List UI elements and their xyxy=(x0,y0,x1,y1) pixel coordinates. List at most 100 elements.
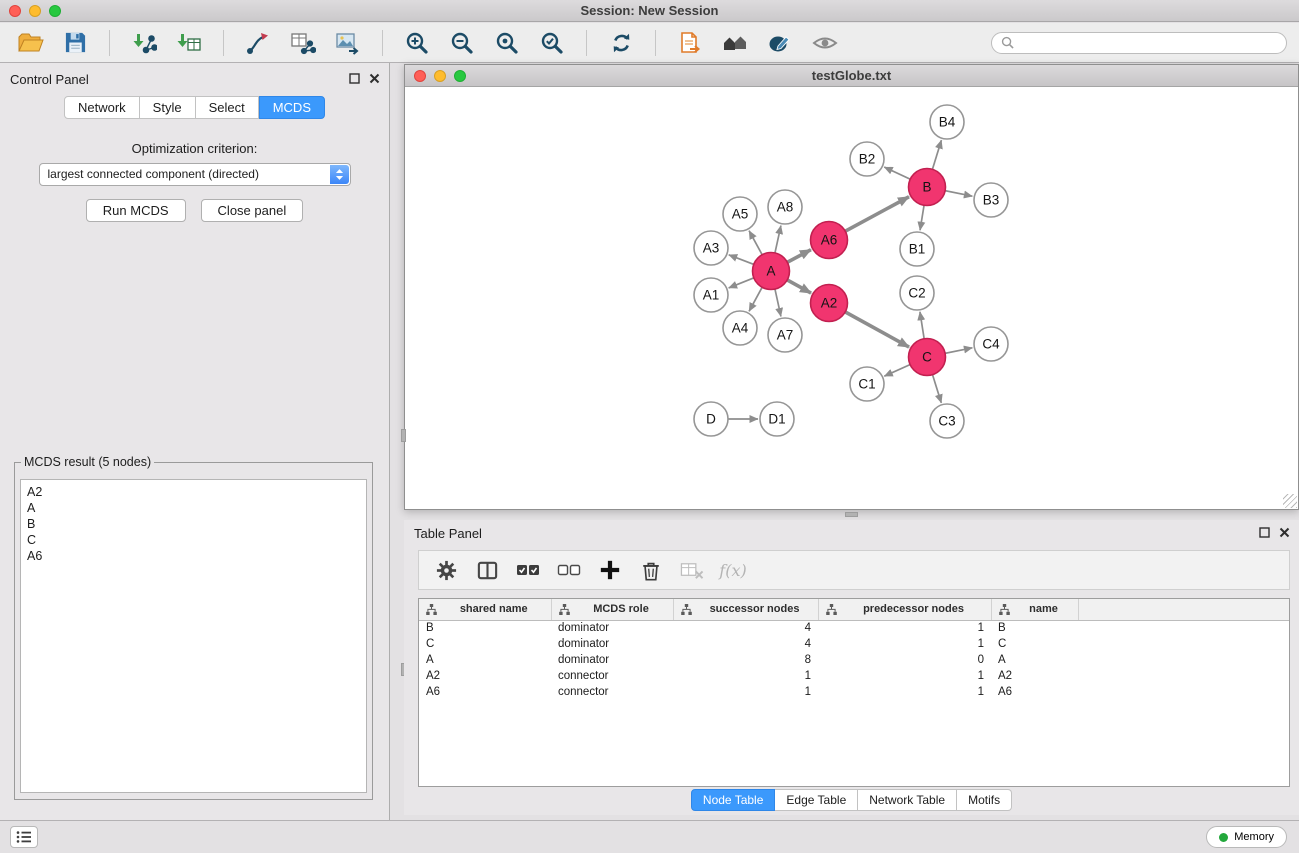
table-row[interactable]: A6connector11A6 xyxy=(419,684,1289,700)
table-cell[interactable]: A2 xyxy=(991,668,1078,684)
table-row[interactable]: Cdominator41C xyxy=(419,636,1289,652)
search-box[interactable] xyxy=(991,32,1287,54)
table-cell[interactable]: A xyxy=(991,652,1078,668)
tab-motifs[interactable]: Motifs xyxy=(957,789,1012,811)
column-header-predecessor-nodes[interactable]: predecessor nodes xyxy=(818,599,991,620)
graph-node-A4[interactable]: A4 xyxy=(723,311,757,345)
run-mcds-button[interactable]: Run MCDS xyxy=(86,199,186,222)
table-cell[interactable]: C xyxy=(419,636,551,652)
result-item[interactable]: A xyxy=(27,500,360,516)
table-cell[interactable]: 1 xyxy=(818,636,991,652)
table-cell[interactable]: dominator xyxy=(551,652,673,668)
graph-node-B3[interactable]: B3 xyxy=(974,183,1008,217)
tab-select[interactable]: Select xyxy=(196,96,259,119)
node-table-container[interactable]: shared nameMCDS rolesuccessor nodesprede… xyxy=(418,598,1290,787)
table-cell[interactable]: B xyxy=(991,620,1078,636)
graph-node-B2[interactable]: B2 xyxy=(850,142,884,176)
table-cell[interactable]: A2 xyxy=(419,668,551,684)
minimize-window-button[interactable] xyxy=(29,5,41,17)
table-cell[interactable]: 1 xyxy=(818,684,991,700)
graph-node-B4[interactable]: B4 xyxy=(930,105,964,139)
splitter-handle[interactable] xyxy=(845,512,858,517)
tab-network[interactable]: Network xyxy=(64,96,140,119)
table-cell[interactable]: dominator xyxy=(551,636,673,652)
table-cell[interactable]: connector xyxy=(551,684,673,700)
apply-layout-button[interactable] xyxy=(603,27,639,59)
zoom-in-button[interactable] xyxy=(399,27,435,59)
graph-node-D[interactable]: D xyxy=(694,402,728,436)
graph-node-C[interactable]: C xyxy=(909,339,946,376)
close-table-panel-icon[interactable] xyxy=(1279,527,1290,538)
new-network-table-button[interactable] xyxy=(285,27,321,59)
first-neighbors-button[interactable] xyxy=(717,27,753,59)
tab-style[interactable]: Style xyxy=(140,96,196,119)
zoom-selected-button[interactable] xyxy=(534,27,570,59)
column-header-name[interactable]: name xyxy=(991,599,1078,620)
open-file-button[interactable] xyxy=(12,27,48,59)
select-all-button[interactable] xyxy=(511,554,545,586)
column-header-successor-nodes[interactable]: successor nodes xyxy=(673,599,818,620)
new-network-button[interactable] xyxy=(240,27,276,59)
float-panel-icon[interactable] xyxy=(349,73,360,84)
table-cell[interactable]: connector xyxy=(551,668,673,684)
close-panel-icon[interactable] xyxy=(369,73,380,84)
table-cell[interactable]: 1 xyxy=(673,684,818,700)
show-hide-button[interactable] xyxy=(807,27,843,59)
table-cell[interactable]: 0 xyxy=(818,652,991,668)
zoom-window-button[interactable] xyxy=(49,5,61,17)
network-graph[interactable]: B4B2BB3A5A8A6B1A3AC2A1A2A4A7C4CC1C3DD1 xyxy=(406,88,1297,508)
zoom-fit-button[interactable] xyxy=(489,27,525,59)
graph-node-B1[interactable]: B1 xyxy=(900,232,934,266)
float-table-panel-icon[interactable] xyxy=(1259,527,1270,538)
criterion-dropdown[interactable]: largest connected component (directed) xyxy=(39,163,351,186)
table-cell[interactable]: 1 xyxy=(818,620,991,636)
network-window-titlebar[interactable]: testGlobe.txt xyxy=(405,65,1298,87)
graph-node-C1[interactable]: C1 xyxy=(850,367,884,401)
table-cell[interactable]: A6 xyxy=(419,684,551,700)
export-image-button[interactable] xyxy=(330,27,366,59)
graph-node-C3[interactable]: C3 xyxy=(930,404,964,438)
table-settings-button[interactable] xyxy=(429,554,463,586)
table-cell[interactable]: dominator xyxy=(551,620,673,636)
close-view-button[interactable] xyxy=(414,70,426,82)
zoom-view-button[interactable] xyxy=(454,70,466,82)
table-row[interactable]: Adominator80A xyxy=(419,652,1289,668)
tab-mcds[interactable]: MCDS xyxy=(259,96,325,119)
task-history-button[interactable] xyxy=(10,826,38,848)
graph-node-A5[interactable]: A5 xyxy=(723,197,757,231)
column-header-MCDS-role[interactable]: MCDS role xyxy=(551,599,673,620)
close-window-button[interactable] xyxy=(9,5,21,17)
network-canvas[interactable]: B4B2BB3A5A8A6B1A3AC2A1A2A4A7C4CC1C3DD1 xyxy=(406,88,1297,508)
table-cell[interactable]: B xyxy=(419,620,551,636)
graph-node-A[interactable]: A xyxy=(753,253,790,290)
graph-node-A6[interactable]: A6 xyxy=(811,222,848,259)
tab-network-table[interactable]: Network Table xyxy=(858,789,957,811)
graph-node-A1[interactable]: A1 xyxy=(694,278,728,312)
resize-grip[interactable] xyxy=(1283,494,1297,508)
add-row-button[interactable] xyxy=(593,554,627,586)
table-cell[interactable]: A xyxy=(419,652,551,668)
graph-node-A3[interactable]: A3 xyxy=(694,231,728,265)
delete-table-button[interactable] xyxy=(675,554,709,586)
tab-edge-table[interactable]: Edge Table xyxy=(775,789,858,811)
table-cell[interactable]: 8 xyxy=(673,652,818,668)
table-cell[interactable]: C xyxy=(991,636,1078,652)
table-cell[interactable]: 1 xyxy=(818,668,991,684)
memory-button[interactable]: Memory xyxy=(1206,826,1287,848)
graph-node-D1[interactable]: D1 xyxy=(760,402,794,436)
tab-node-table[interactable]: Node Table xyxy=(691,789,776,811)
import-table-button[interactable] xyxy=(171,27,207,59)
result-item[interactable]: B xyxy=(27,516,360,532)
mcds-result-list[interactable]: A2ABCA6 xyxy=(20,479,367,793)
minimize-view-button[interactable] xyxy=(434,70,446,82)
graph-node-C4[interactable]: C4 xyxy=(974,327,1008,361)
column-header-shared-name[interactable]: shared name xyxy=(419,599,551,620)
import-network-button[interactable] xyxy=(126,27,162,59)
zoom-out-button[interactable] xyxy=(444,27,480,59)
result-item[interactable]: A2 xyxy=(27,484,360,500)
close-panel-button[interactable]: Close panel xyxy=(201,199,304,222)
splitter-handle[interactable] xyxy=(401,429,406,442)
graph-node-A2[interactable]: A2 xyxy=(811,285,848,322)
save-session-button[interactable] xyxy=(57,27,93,59)
graph-node-A8[interactable]: A8 xyxy=(768,190,802,224)
